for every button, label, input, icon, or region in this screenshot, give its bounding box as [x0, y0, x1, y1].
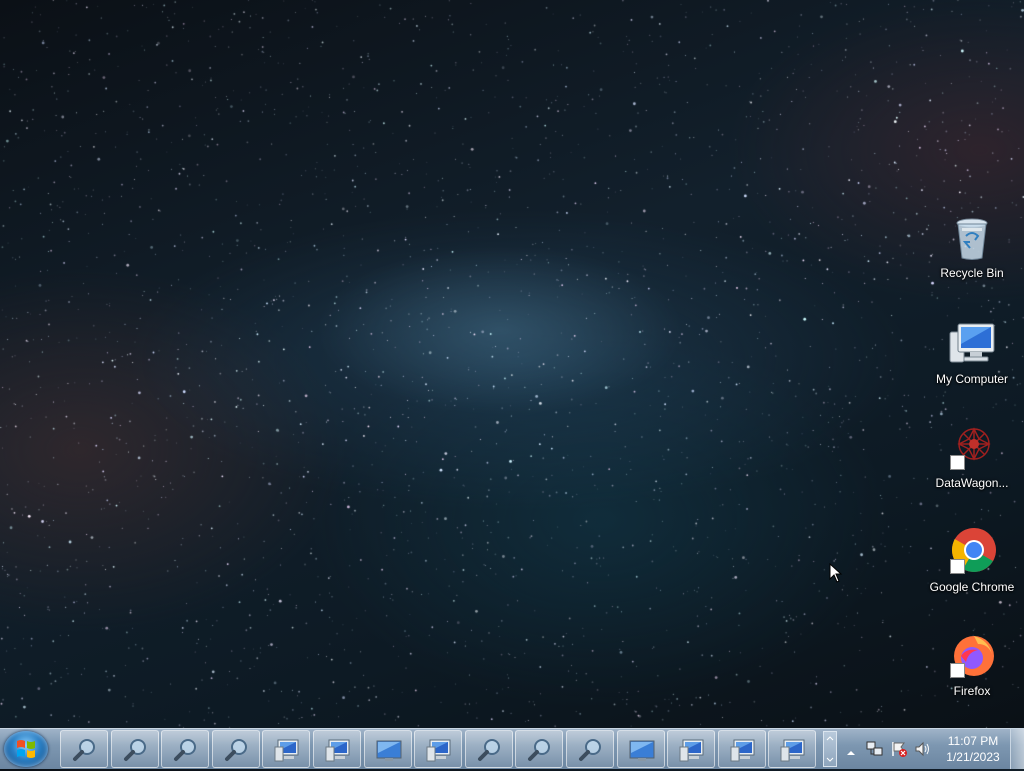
network-icon[interactable] — [866, 740, 884, 762]
shortcut-arrow-icon — [950, 663, 965, 678]
taskbar-button[interactable] — [667, 730, 716, 768]
firefox-icon — [948, 632, 996, 680]
computer-icon — [948, 320, 996, 368]
desktop-icon-recycle-bin[interactable]: Recycle Bin — [920, 214, 1024, 281]
desktop-icon-label: My Computer — [935, 372, 1009, 386]
taskbar-button[interactable] — [515, 730, 564, 768]
shortcut-arrow-icon — [950, 559, 965, 574]
taskbar-button[interactable] — [717, 730, 766, 768]
taskbar-clock[interactable]: 11:07 PM 1/21/2023 — [942, 733, 1004, 765]
desktop-icon-label: Google Chrome — [929, 580, 1015, 594]
windows-logo-icon — [17, 740, 35, 758]
taskbar-button[interactable] — [110, 730, 159, 768]
notification-area: 11:07 PM 1/21/2023 — [842, 729, 1002, 769]
show-hidden-icons-arrow[interactable] — [846, 743, 856, 762]
mouse-pointer-icon — [829, 562, 843, 587]
taskbar-button[interactable] — [768, 730, 817, 768]
shortcut-arrow-icon — [950, 455, 965, 470]
recycle-bin-icon — [948, 214, 996, 262]
taskbar-button[interactable] — [616, 730, 665, 768]
taskbar-button[interactable] — [363, 730, 412, 768]
taskbar-button[interactable] — [262, 730, 311, 768]
taskbar-button[interactable] — [566, 730, 614, 768]
taskbar-button[interactable] — [161, 730, 210, 768]
desktop-icon-datawagon[interactable]: DataWagon... — [920, 424, 1024, 491]
taskbar-scroll-button[interactable] — [823, 731, 837, 767]
clock-date: 1/21/2023 — [946, 750, 1000, 764]
datawagon-icon — [948, 424, 996, 472]
clock-time: 11:07 PM — [947, 734, 999, 748]
desktop-icon-label: Recycle Bin — [940, 266, 1004, 280]
desktop-icon-label: Firefox — [953, 684, 991, 698]
desktop-icon-label: DataWagon... — [935, 476, 1009, 490]
action-center-flag-icon[interactable] — [890, 740, 908, 762]
taskbar-button[interactable] — [60, 730, 108, 768]
chrome-icon — [948, 528, 996, 576]
taskbar-button[interactable] — [414, 730, 463, 768]
desktop-icon-google-chrome[interactable]: Google Chrome — [920, 528, 1024, 595]
desktop-icon-firefox[interactable]: Firefox — [920, 632, 1024, 699]
start-button[interactable] — [4, 731, 48, 767]
taskbar-button[interactable] — [211, 730, 260, 768]
taskbar: 11:07 PM 1/21/2023 — [0, 728, 1024, 769]
wallpaper-starfield — [0, 0, 1024, 728]
volume-icon[interactable] — [914, 740, 932, 762]
desktop-icon-my-computer[interactable]: My Computer — [920, 320, 1024, 387]
show-desktop-button[interactable] — [1010, 729, 1024, 769]
taskbar-button[interactable] — [313, 730, 361, 768]
taskbar-button[interactable] — [464, 730, 513, 768]
